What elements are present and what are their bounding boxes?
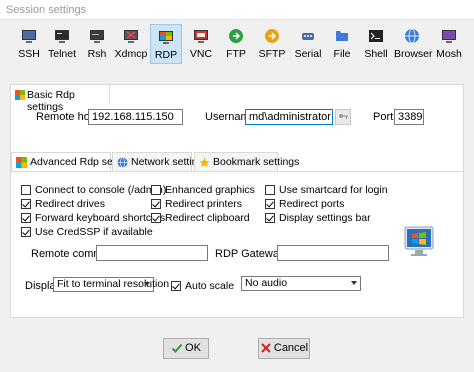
sftp-icon bbox=[265, 29, 279, 43]
serial-icon bbox=[302, 33, 314, 40]
tab-basic-rdp-settings[interactable]: Basic Rdp settings bbox=[10, 84, 110, 113]
chevron-down-icon bbox=[144, 282, 150, 286]
protocol-mosh[interactable]: Mosh bbox=[434, 24, 464, 64]
redirect-clipboard-checkbox[interactable] bbox=[151, 213, 161, 223]
cancel-button[interactable]: Cancel bbox=[258, 338, 310, 359]
protocol-rsh[interactable]: Rsh bbox=[82, 24, 112, 64]
port-input[interactable]: 3389 bbox=[394, 109, 424, 125]
protocol-browser[interactable]: Browser bbox=[394, 24, 433, 64]
smartcard-checkbox[interactable] bbox=[265, 185, 275, 195]
option-redirect-clipboard[interactable]: Redirect clipboard bbox=[151, 212, 250, 225]
shell-icon bbox=[369, 30, 383, 42]
star-icon bbox=[199, 157, 210, 167]
username-input[interactable]: md\administrator bbox=[245, 109, 333, 125]
option-display-settings-bar[interactable]: Display settings bar bbox=[265, 212, 371, 225]
option-redirect-drives[interactable]: Redirect drives bbox=[21, 198, 105, 211]
credssp-checkbox[interactable] bbox=[21, 227, 31, 237]
protocol-xdmcp[interactable]: Xdmcp bbox=[114, 24, 148, 64]
protocol-shell[interactable]: Shell bbox=[362, 24, 390, 64]
rdp-small-icon bbox=[16, 157, 27, 168]
window-title: Session settings bbox=[6, 4, 87, 16]
protocol-telnet[interactable]: Telnet bbox=[44, 24, 80, 64]
enhanced-graphics-checkbox[interactable] bbox=[151, 185, 161, 195]
rdp-gateway-label: RDP Gateway bbox=[215, 248, 285, 260]
option-auto-scale[interactable]: Auto scale bbox=[171, 280, 234, 293]
network-globe-icon bbox=[117, 157, 128, 168]
option-redirect-printers[interactable]: Redirect printers bbox=[151, 198, 242, 211]
chevron-down-icon bbox=[351, 281, 357, 285]
redirect-printers-checkbox[interactable] bbox=[151, 199, 161, 209]
protocol-ftp[interactable]: FTP bbox=[222, 24, 250, 64]
display-select[interactable]: Fit to terminal resolution bbox=[53, 277, 169, 292]
windows-monitor-icon bbox=[404, 226, 434, 256]
redirect-ports-checkbox[interactable] bbox=[265, 199, 275, 209]
ftp-icon bbox=[229, 29, 243, 43]
option-enhanced-graphics[interactable]: Enhanced graphics bbox=[151, 184, 255, 197]
advanced-tab-strip: Advanced Rdp settings Network settings B… bbox=[11, 152, 463, 173]
display-bar-checkbox[interactable] bbox=[265, 213, 275, 223]
option-smartcard[interactable]: Use smartcard for login bbox=[265, 184, 388, 197]
connect-console-checkbox[interactable] bbox=[21, 185, 31, 195]
checkmark-icon bbox=[171, 343, 183, 354]
telnet-icon bbox=[55, 30, 69, 43]
protocol-file[interactable]: File bbox=[330, 24, 354, 64]
advanced-rdp-panel: Connect to console (/admin) Enhanced gra… bbox=[11, 171, 463, 308]
protocol-serial[interactable]: Serial bbox=[292, 24, 324, 64]
redirect-drives-checkbox[interactable] bbox=[21, 199, 31, 209]
audio-select[interactable]: No audio bbox=[241, 276, 361, 291]
file-icon bbox=[336, 31, 348, 41]
auto-scale-checkbox[interactable] bbox=[171, 281, 181, 291]
xdmcp-icon bbox=[124, 30, 138, 43]
rsh-icon bbox=[90, 30, 104, 43]
rdp-icon bbox=[159, 31, 173, 44]
title-bar: Session settings bbox=[0, 0, 474, 20]
protocol-toolbar: SSH Telnet Rsh Xdmcp RDP VNC FTP SFTP Se… bbox=[0, 20, 474, 67]
port-label: Port bbox=[373, 111, 394, 123]
forward-shortcuts-checkbox[interactable] bbox=[21, 213, 31, 223]
browser-icon bbox=[405, 28, 419, 44]
protocol-sftp[interactable]: SFTP bbox=[256, 24, 288, 64]
ok-button[interactable]: OK bbox=[163, 338, 209, 359]
tab-bookmark-settings[interactable]: Bookmark settings bbox=[194, 152, 299, 172]
user-credentials-button[interactable] bbox=[335, 109, 351, 125]
basic-settings-row: Remote host * 192.168.115.150 Username m… bbox=[11, 104, 463, 130]
ssh-icon bbox=[22, 30, 36, 43]
option-redirect-ports[interactable]: Redirect ports bbox=[265, 198, 344, 211]
rdp-gateway-input[interactable] bbox=[277, 245, 389, 261]
option-forward-shortcuts[interactable]: Forward keyboard shortcuts bbox=[21, 212, 165, 225]
rdp-small-icon bbox=[15, 90, 25, 100]
option-connect-console[interactable]: Connect to console (/admin) bbox=[21, 184, 166, 197]
option-credssp[interactable]: Use CredSSP if available bbox=[21, 226, 153, 239]
mosh-icon bbox=[442, 30, 456, 43]
protocol-vnc[interactable]: VNC bbox=[186, 24, 216, 64]
user-key-icon bbox=[339, 114, 348, 119]
remote-host-input[interactable]: 192.168.115.150 bbox=[88, 109, 183, 125]
close-icon bbox=[261, 343, 271, 353]
tab-network-settings[interactable]: Network settings bbox=[112, 152, 209, 172]
protocol-rdp[interactable]: RDP bbox=[150, 24, 182, 64]
vnc-icon bbox=[194, 30, 208, 43]
tab-advanced-rdp-settings[interactable]: Advanced Rdp settings bbox=[11, 152, 138, 173]
protocol-ssh[interactable]: SSH bbox=[14, 24, 44, 64]
remote-command-input[interactable] bbox=[96, 245, 208, 261]
